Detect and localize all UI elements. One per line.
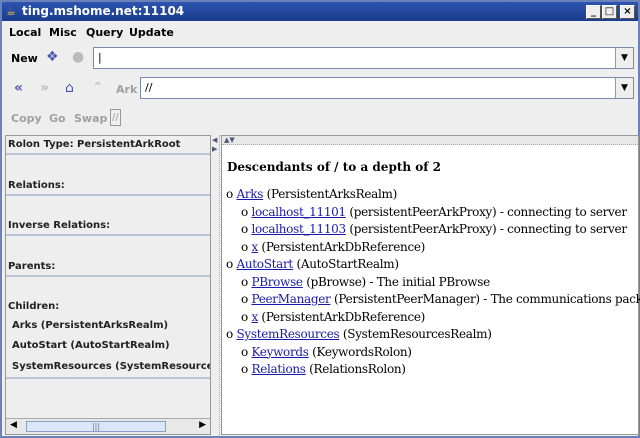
divider <box>6 194 210 196</box>
tree-item: o x (PersistentArkDbReference) <box>226 309 640 327</box>
stop-icon[interactable]: ● <box>72 49 84 65</box>
scrollbar-thumb[interactable]: ||| <box>26 421 166 432</box>
tree-item: o Relations (RelationsRolon) <box>226 361 640 379</box>
tree-item-link[interactable]: AutoStart <box>236 257 293 271</box>
swap-field[interactable]: // <box>110 109 121 126</box>
dropdown-arrow-icon[interactable]: ▼ <box>615 78 633 98</box>
bullet: o <box>241 344 248 359</box>
relations-label: Relations: <box>8 180 65 191</box>
tree-item-description: (PersistentArksRealm) <box>263 187 398 201</box>
split-pane-divider[interactable]: ◀ ▶ <box>211 135 220 435</box>
swap-button[interactable]: Swap <box>74 112 107 125</box>
bullet: o <box>241 362 248 376</box>
back-icon[interactable]: « <box>14 80 23 96</box>
tree-item-description: (SystemResourcesRealm) <box>339 327 492 341</box>
app-window: ☕ ting.mshome.net:11104 _ □ × Local Misc… <box>0 0 640 438</box>
menu-local[interactable]: Local <box>9 26 41 39</box>
ark-path-input[interactable]: // ▼ <box>140 77 634 99</box>
bullet: o <box>241 204 248 219</box>
menu-update[interactable]: Update <box>129 26 174 39</box>
parents-label: Parents: <box>8 261 56 272</box>
split-collapse-strip[interactable]: ▲▼ <box>222 136 638 145</box>
forward-icon[interactable]: » <box>40 80 49 96</box>
tree-item: o PBrowse (pBrowse) - The initial PBrows… <box>226 274 640 292</box>
tree-item-description: (PersistentArkDbReference) <box>257 239 426 254</box>
tree-item: o SystemResources (SystemResourcesRealm) <box>226 326 640 344</box>
copy-button[interactable]: Copy <box>11 112 42 125</box>
tree-item-description: (persistentPeerArkProxy) - connecting to… <box>345 204 627 219</box>
rolon-info-panel: Rolon Type: PersistentArkRoot Relations:… <box>5 135 211 435</box>
tree-item-description: (PersistentArkDbReference) <box>257 309 426 324</box>
tree-item-description: (persistentPeerArkProxy) - connecting to… <box>345 222 627 236</box>
tree-item: o AutoStart (AutoStartRealm) <box>226 256 640 274</box>
refresh-icon[interactable]: ❖ <box>46 49 59 65</box>
descendants-panel: ▲▼ Descendants of / to a depth of 2 o Ar… <box>221 135 640 435</box>
tree-item-link[interactable]: SystemResources <box>236 327 339 341</box>
menu-misc[interactable]: Misc <box>49 26 77 39</box>
title-bar: ☕ ting.mshome.net:11104 _ □ × <box>2 2 638 21</box>
home-icon[interactable]: ⌂ <box>65 80 74 96</box>
horizontal-scrollbar[interactable]: ◀ ||| ▶ <box>6 418 210 434</box>
bullet: o <box>241 239 248 254</box>
bullet: o <box>241 222 248 236</box>
divider <box>6 153 210 155</box>
java-icon: ☕ <box>6 5 16 18</box>
tree-item-description: (KeywordsRolon) <box>308 344 412 359</box>
ark-label: Ark <box>116 83 138 96</box>
children-label: Children: <box>8 301 60 312</box>
tree-item-link[interactable]: Keywords <box>251 345 309 359</box>
tree-item: o Keywords (KeywordsRolon) <box>226 344 640 362</box>
up-icon[interactable]: ⌃ <box>92 80 104 96</box>
maximize-button[interactable]: □ <box>602 5 617 19</box>
go-button[interactable]: Go <box>49 112 66 125</box>
dropdown-arrow-icon[interactable]: ▼ <box>615 48 633 68</box>
collapse-right-icon[interactable]: ▶ <box>212 145 217 153</box>
scroll-left-icon[interactable]: ◀ <box>10 420 17 430</box>
tree-item: o localhost_11101 (persistentPeerArkProx… <box>226 204 640 222</box>
bullet: o <box>241 309 248 324</box>
child-item[interactable]: SystemResources (SystemResourcesRealm) <box>12 361 210 372</box>
collapse-left-icon[interactable]: ◀ <box>212 136 217 144</box>
bullet: o <box>226 257 233 271</box>
command-input[interactable]: | ▼ <box>93 47 634 69</box>
tree-item: o localhost_11103 (persistentPeerArkProx… <box>226 221 640 239</box>
minimize-button[interactable]: _ <box>586 5 601 19</box>
divider <box>6 234 210 236</box>
bullet: o <box>226 327 233 341</box>
tree-item-description: (RelationsRolon) <box>305 362 406 376</box>
bullet: o <box>226 187 233 201</box>
tree-item-link[interactable]: localhost_11101 <box>251 205 346 219</box>
scroll-right-icon[interactable]: ▶ <box>199 420 206 430</box>
tree-item-description: (PersistentPeerManager) - The communicat… <box>330 292 640 306</box>
tree-item-link[interactable]: Relations <box>251 362 306 376</box>
tree-item: o x (PersistentArkDbReference) <box>226 239 640 257</box>
rolon-type-label: Rolon Type: PersistentArkRoot <box>8 139 181 150</box>
divider <box>6 275 210 277</box>
tree-item-description: (pBrowse) - The initial PBrowse <box>302 274 490 289</box>
new-button[interactable]: New <box>11 52 38 65</box>
tree-item: o Arks (PersistentArksRealm) <box>226 186 640 204</box>
divider <box>6 377 210 379</box>
tree-item: o PeerManager (PersistentPeerManager) - … <box>226 291 640 309</box>
inverse-relations-label: Inverse Relations: <box>8 220 111 231</box>
child-item[interactable]: AutoStart (AutoStartRealm) <box>12 340 170 351</box>
tree-item-link[interactable]: Arks <box>236 187 263 201</box>
close-button[interactable]: × <box>620 5 635 19</box>
bullet: o <box>241 274 248 289</box>
tree-item-description: (AutoStartRealm) <box>292 257 399 271</box>
tree-item-link[interactable]: PBrowse <box>251 275 303 289</box>
descendants-tree: o Arks (PersistentArksRealm) o localhost_… <box>226 186 640 379</box>
tree-item-link[interactable]: localhost_11103 <box>251 222 346 236</box>
menu-query[interactable]: Query <box>86 26 123 39</box>
child-item[interactable]: Arks (PersistentArksRealm) <box>12 320 168 331</box>
bullet: o <box>241 292 248 306</box>
descendants-heading: Descendants of / to a depth of 2 <box>227 160 441 174</box>
tree-item-link[interactable]: PeerManager <box>251 292 330 306</box>
window-title: ting.mshome.net:11104 <box>22 4 185 18</box>
